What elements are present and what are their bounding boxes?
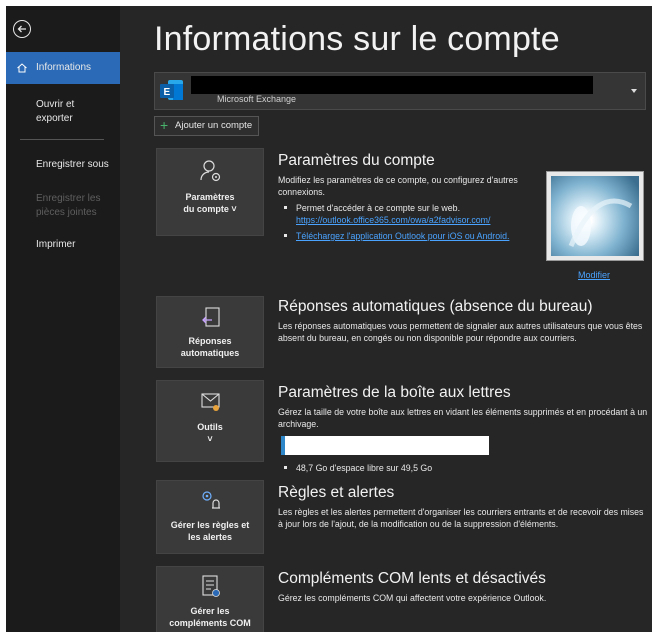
tile-label: du compte ˅ [183,204,237,214]
profile-photo[interactable] [546,171,644,261]
section-description: Gérez les compléments COM qui affectent … [278,593,547,603]
add-account-button[interactable]: + Ajouter un compte [154,116,260,136]
manage-rules-button[interactable]: Gérer les règles et les alertes [156,480,264,554]
sidebar-divider [20,139,104,140]
mailbox-tools-icon [200,391,222,418]
section-description: Les réponses automatiques vous permetten… [278,321,643,343]
sidebar-item-label: Imprimer [36,239,76,250]
page-title: Informations sur le compte [154,20,560,58]
account-selector[interactable]: E Microsoft Exchange [154,72,646,110]
account-settings-section: Paramètres du compte Modifiez les paramè… [278,152,540,242]
profile-image [551,176,639,256]
mailbox-quota-bar [281,436,489,455]
bullet-item: Téléchargez l'application Outlook pour i… [278,230,540,242]
section-title: Paramètres du compte [278,152,435,169]
sidebar-item-save-as[interactable]: Enregistrer sous [6,158,120,172]
tile-label: Gérer les [190,606,230,616]
sidebar-item-print[interactable]: Imprimer [6,238,120,252]
section-title: Réponses automatiques (absence du bureau… [278,298,593,315]
sidebar-item-label: Enregistrer sous [36,159,109,170]
tile-label: Gérer les règles et [170,520,250,530]
section-title: Compléments COM lents et désactivés [278,570,546,587]
com-addins-icon [200,575,222,604]
modify-photo-link[interactable]: Modifier [578,270,610,280]
tile-label: Paramètres [185,192,235,202]
manage-com-addins-button[interactable]: Gérer les compléments COM [156,566,264,632]
automatic-replies-icon [200,307,222,334]
account-settings-button[interactable]: Paramètres du compte ˅ [156,148,264,236]
mailbox-quota-fill [281,436,286,455]
owa-link[interactable]: https://outlook.office365.com/owa/a2fadv… [296,215,490,225]
free-space-value: 48,7 Go d'espace libre sur 49,5 Go [296,463,433,473]
chevron-down-icon[interactable] [631,89,637,93]
section-title: Paramètres de la boîte aux lettres [278,384,511,401]
rules-alerts-section: Règles et alertes Les règles et les aler… [278,484,650,530]
section-description: Les règles et les alertes permettent d'o… [278,507,644,529]
plus-icon: + [160,117,169,133]
account-type: Microsoft Exchange [217,94,297,104]
sidebar-item-open-export[interactable]: Ouvrir et exporter [6,98,96,126]
account-name-redacted [191,76,593,94]
automatic-replies-section: Réponses automatiques (absence du bureau… [278,298,648,344]
automatic-replies-button[interactable]: Réponses automatiques [156,296,264,368]
account-settings-icon [200,159,222,188]
sidebar-item-label: Ouvrir et exporter [36,99,75,124]
tile-label: automatiques [180,348,240,358]
bullet-text: Permet d'accéder à ce compte sur le web. [296,203,461,213]
backstage-sidebar: Informations Ouvrir et exporter Enregist… [6,6,120,632]
sidebar-item-informations[interactable]: Informations [6,52,120,84]
sidebar-item-save-attachments: Enregistrer les pièces jointes [6,192,106,220]
mailbox-settings-section: Paramètres de la boîte aux lettres Gérez… [278,384,648,430]
backstage-window: Informations Ouvrir et exporter Enregist… [6,6,652,632]
mobile-app-link[interactable]: Téléchargez l'application Outlook pour i… [296,231,509,241]
tile-label: les alertes [187,532,233,542]
main-content: Informations sur le compte E Microsoft E… [120,6,652,632]
sidebar-item-label: Enregistrer les pièces jointes [36,193,101,218]
tile-label: Outils [197,422,223,432]
svg-text:E: E [164,87,171,98]
tile-label: compléments COM [169,618,251,628]
bullet-item: Permet d'accéder à ce compte sur le web.… [278,202,540,226]
home-icon [16,62,28,79]
tile-label: Réponses [188,336,232,346]
section-description: Gérez la taille de votre boîte aux lettr… [278,407,648,429]
add-account-label: Ajouter un compte [175,120,253,131]
free-space-text: 48,7 Go d'espace libre sur 49,5 Go [278,462,432,474]
exchange-icon: E [159,78,185,104]
back-arrow-icon[interactable] [13,20,31,38]
rules-alerts-icon [200,489,222,516]
section-title: Règles et alertes [278,484,395,501]
section-description: Modifiez les paramètres de ce compte, ou… [278,175,518,197]
chevron-down-icon: ˅ [207,434,213,444]
com-addins-section: Compléments COM lents et désactivés Gére… [278,570,648,604]
tools-button[interactable]: Outils ˅ [156,380,264,462]
sidebar-item-label: Informations [36,62,92,73]
